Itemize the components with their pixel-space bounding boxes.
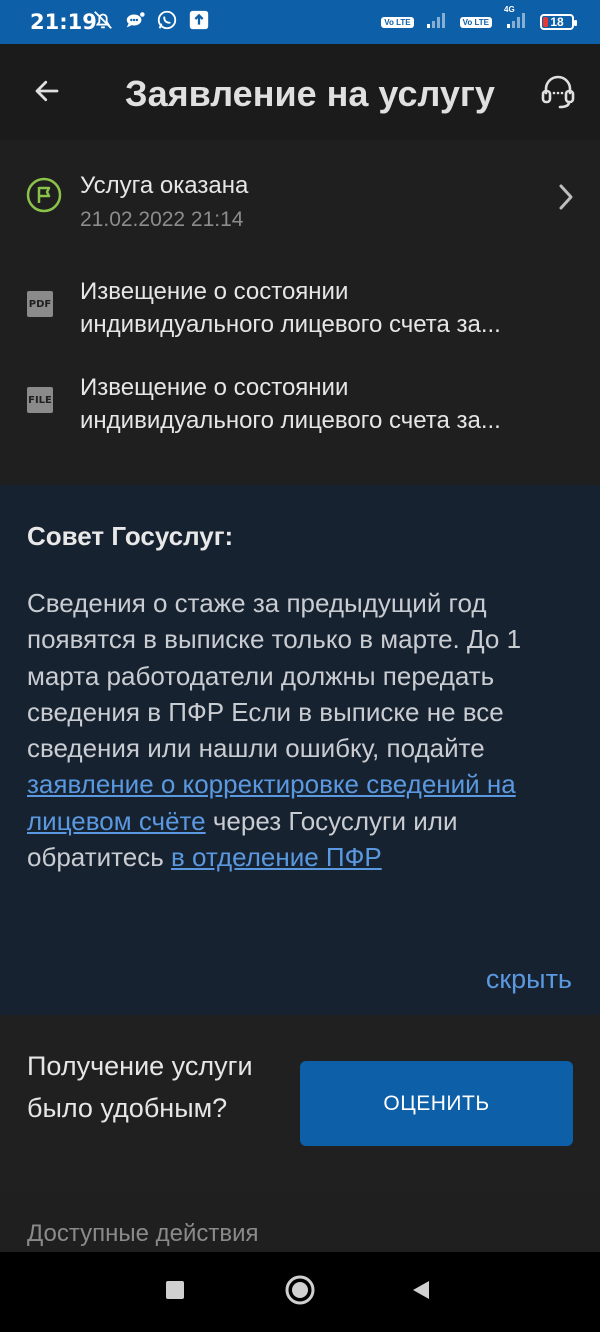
back-nav-button[interactable] — [381, 1252, 461, 1332]
service-details: Услуга оказана 21.02.2022 21:14 PDF Изве… — [0, 140, 600, 485]
signal-icon-2: 4G — [504, 5, 528, 34]
rating-section: Получение услуги было удобным? ОЦЕНИТЬ — [0, 1015, 600, 1192]
document-title-line-1: Извещение о состоянии — [80, 374, 349, 401]
tip-text-part-1: Сведения о стаже за предыдущий год появя… — [27, 588, 522, 764]
system-icons: Vo LTE Vo LTE 4G 18 — [381, 5, 577, 34]
rating-question: Получение услуги было удобным? — [27, 1051, 253, 1123]
system-navigation-bar — [0, 1252, 600, 1332]
notification-icons — [92, 10, 210, 34]
chat-bubble-icon — [124, 9, 146, 36]
battery-fill — [543, 17, 548, 27]
tip-text: Сведения о стаже за предыдущий год появя… — [27, 585, 575, 875]
square-icon — [164, 1279, 186, 1306]
volte-badge-2: Vo LTE — [459, 16, 492, 28]
bell-off-icon — [92, 9, 114, 36]
signal-icon-1 — [426, 11, 448, 34]
service-status-row[interactable]: Услуга оказана 21.02.2022 21:14 — [0, 166, 600, 246]
gosuslugi-tip-card: Совет Госуслуг: Сведения о стаже за пред… — [0, 485, 600, 1015]
service-status-date: 21.02.2022 21:14 — [80, 208, 244, 231]
recent-apps-button[interactable] — [135, 1252, 215, 1332]
battery-level: 18 — [550, 15, 564, 29]
home-button[interactable] — [260, 1252, 340, 1332]
arrow-left-icon — [32, 76, 62, 111]
document-title: Извещение о состоянии индивидуального ли… — [80, 371, 578, 437]
battery-icon: 18 — [540, 14, 577, 30]
document-title: Извещение о состоянии индивидуального ли… — [80, 275, 578, 341]
page-title: Заявление на услугу — [125, 73, 495, 114]
support-button[interactable] — [534, 68, 582, 118]
available-actions-section: Доступные действия — [0, 1192, 600, 1252]
status-bar: 21:19 Vo LTE Vo LTE 4G 18 — [0, 0, 600, 44]
circle-icon — [284, 1274, 316, 1311]
flag-icon — [26, 177, 62, 213]
app-bar: Заявление на услугу — [0, 44, 600, 140]
chevron-right-icon — [556, 182, 576, 212]
hide-tip-link[interactable]: скрыть — [486, 964, 572, 995]
tip-title: Совет Госуслуг: — [27, 521, 234, 551]
headset-icon — [538, 71, 578, 116]
network-type-label: 4G — [504, 4, 515, 14]
triangle-back-icon — [409, 1278, 433, 1307]
upload-icon — [188, 9, 210, 36]
volte-badge-1: Vo LTE — [381, 16, 414, 28]
document-title-line-1: Извещение о состоянии — [80, 278, 349, 305]
back-button[interactable] — [22, 68, 72, 118]
document-item-pdf[interactable]: PDF Извещение о состоянии индивидуальног… — [0, 275, 600, 355]
generic-file-icon: FILE — [27, 387, 53, 413]
document-title-line-2: индивидуального лицевого счета за... — [80, 311, 501, 338]
document-item-file[interactable]: FILE Извещение о состоянии индивидуально… — [0, 371, 600, 451]
document-title-line-2: индивидуального лицевого счета за... — [80, 407, 501, 434]
status-time: 21:19 — [30, 10, 97, 34]
whatsapp-icon — [156, 9, 178, 36]
rate-button[interactable]: ОЦЕНИТЬ — [300, 1061, 573, 1146]
pfr-office-link[interactable]: в отделение ПФР — [171, 842, 382, 872]
pdf-file-icon: PDF — [27, 291, 53, 317]
available-actions-title: Доступные действия — [27, 1220, 259, 1247]
service-status-title: Услуга оказана — [80, 172, 249, 199]
